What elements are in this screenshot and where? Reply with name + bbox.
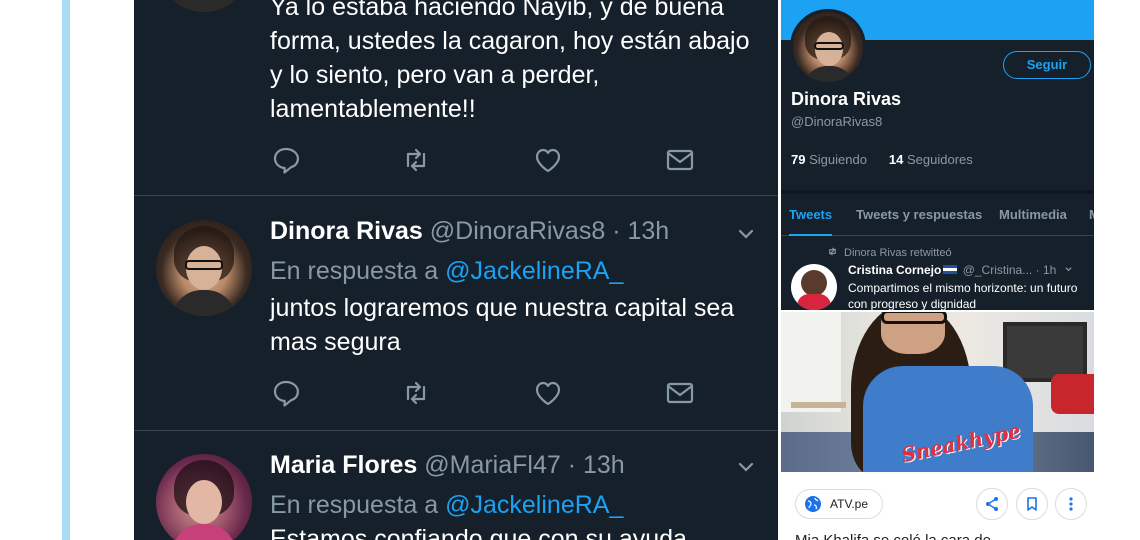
avatar[interactable] bbox=[791, 264, 837, 310]
retweet-icon[interactable] bbox=[400, 144, 432, 176]
share-button[interactable] bbox=[976, 488, 1008, 520]
following-label: Siguiendo bbox=[809, 152, 867, 167]
author-handle[interactable]: @_Cristina... bbox=[963, 263, 1033, 277]
author-handle[interactable]: @MariaFl47 bbox=[424, 451, 561, 479]
reply-icon[interactable] bbox=[270, 144, 302, 176]
page-accent-stripe bbox=[62, 0, 70, 540]
flag-icon bbox=[943, 265, 958, 274]
tab-likes[interactable]: M bbox=[1089, 196, 1094, 236]
reply-prefix: En respuesta a bbox=[270, 257, 439, 285]
article-card: ATV.pe Mia Khalifa se coló la cara de bbox=[781, 474, 1094, 540]
profile-handle: @DinoraRivas8 bbox=[791, 114, 883, 129]
globe-icon bbox=[805, 496, 821, 512]
divider bbox=[781, 190, 1094, 194]
author-name[interactable]: Dinora Rivas bbox=[270, 217, 423, 245]
bookmark-button[interactable] bbox=[1016, 488, 1048, 520]
profile-panel: Seguir Dinora Rivas @DinoraRivas8 79 Sig… bbox=[781, 0, 1094, 310]
follow-button[interactable]: Seguir bbox=[1003, 51, 1091, 79]
chevron-down-icon[interactable] bbox=[736, 224, 756, 244]
article-title[interactable]: Mia Khalifa se coló la cara de bbox=[795, 532, 991, 540]
tweet-actions bbox=[270, 144, 710, 176]
profile-avatar[interactable] bbox=[790, 9, 866, 85]
avatar[interactable] bbox=[156, 0, 252, 12]
like-icon[interactable] bbox=[532, 377, 564, 409]
reply-mention-link[interactable]: @JackelineRA_ bbox=[445, 257, 623, 285]
tweet[interactable]: Ya lo estaba haciendo Nayib, y de buena … bbox=[134, 0, 778, 196]
more-vertical-icon bbox=[1069, 497, 1073, 511]
chevron-down-icon[interactable] bbox=[1064, 265, 1073, 274]
share-icon bbox=[986, 497, 998, 511]
tweet-text: Ya lo estaba haciendo Nayib, y de buena … bbox=[270, 0, 750, 123]
author-handle[interactable]: @DinoraRivas8 bbox=[430, 217, 605, 245]
bookmark-icon bbox=[1027, 497, 1037, 511]
chevron-down-icon[interactable] bbox=[736, 457, 756, 477]
tab-media[interactable]: Multimedia bbox=[999, 196, 1067, 236]
tweet-text: Compartimos el mismo horizonte: un futur… bbox=[848, 281, 1078, 310]
author-name[interactable]: Cristina Cornejo bbox=[848, 263, 941, 277]
followers-count: 14 bbox=[888, 152, 904, 167]
tweet-text: juntos lograremos que nuestra capital se… bbox=[270, 294, 735, 356]
more-button[interactable] bbox=[1055, 488, 1087, 520]
tab-tweets[interactable]: Tweets bbox=[789, 196, 833, 236]
tweet-header: Maria Flores @MariaFl47 · 13h bbox=[270, 448, 625, 482]
followers-label: Seguidores bbox=[907, 152, 973, 167]
tweet-time[interactable]: · 1h bbox=[1036, 263, 1057, 277]
retweet-icon[interactable] bbox=[400, 377, 432, 409]
message-icon[interactable] bbox=[664, 377, 696, 409]
author-name[interactable]: Maria Flores bbox=[270, 451, 417, 479]
tweet-time[interactable]: · 13h bbox=[568, 451, 625, 479]
tweet-time[interactable]: · 13h bbox=[612, 217, 669, 245]
reply-context: En respuesta a @JackelineRA_ bbox=[270, 488, 623, 522]
avatar[interactable] bbox=[156, 220, 252, 316]
message-icon[interactable] bbox=[664, 144, 696, 176]
tweet-actions bbox=[270, 377, 710, 409]
following-count: 79 bbox=[791, 152, 806, 167]
source-label: ATV.pe bbox=[830, 497, 869, 511]
profile-stats: 79 Siguiendo 14 Seguidores bbox=[791, 152, 973, 167]
reply-icon[interactable] bbox=[270, 377, 302, 409]
source-chip[interactable]: ATV.pe bbox=[795, 489, 883, 519]
reply-prefix: En respuesta a bbox=[270, 491, 439, 519]
profile-tabs: Tweets Tweets y respuestas Multimedia M bbox=[781, 196, 1094, 236]
retweet-context-label: Dinora Rivas retwitteó bbox=[844, 247, 952, 259]
tweet-feed: Ya lo estaba haciendo Nayib, y de buena … bbox=[134, 0, 778, 540]
reply-mention-link[interactable]: @JackelineRA_ bbox=[445, 491, 623, 519]
profile-name: Dinora Rivas bbox=[791, 89, 902, 109]
screenshot-composite: Ya lo estaba haciendo Nayib, y de buena … bbox=[0, 0, 1140, 540]
retweet-context: Dinora Rivas retwitteó bbox=[827, 246, 952, 259]
followers-link[interactable]: 14 Seguidores bbox=[889, 152, 973, 167]
following-link[interactable]: 79 Siguiendo bbox=[791, 152, 867, 167]
tweet-header: Dinora Rivas @DinoraRivas8 · 13h bbox=[270, 214, 669, 248]
news-photo[interactable]: Sneakhype bbox=[781, 312, 1094, 472]
retweet-icon bbox=[829, 247, 836, 256]
tweet-header: Cristina Cornejo @_Cristina... · 1h bbox=[848, 263, 1073, 277]
reply-context: En respuesta a @JackelineRA_ bbox=[270, 254, 623, 288]
tab-tweets-and-replies[interactable]: Tweets y respuestas bbox=[856, 196, 982, 236]
avatar[interactable] bbox=[156, 454, 252, 540]
like-icon[interactable] bbox=[532, 144, 564, 176]
tweet-text: Estamos confiando que con su ayuda bbox=[270, 525, 687, 540]
